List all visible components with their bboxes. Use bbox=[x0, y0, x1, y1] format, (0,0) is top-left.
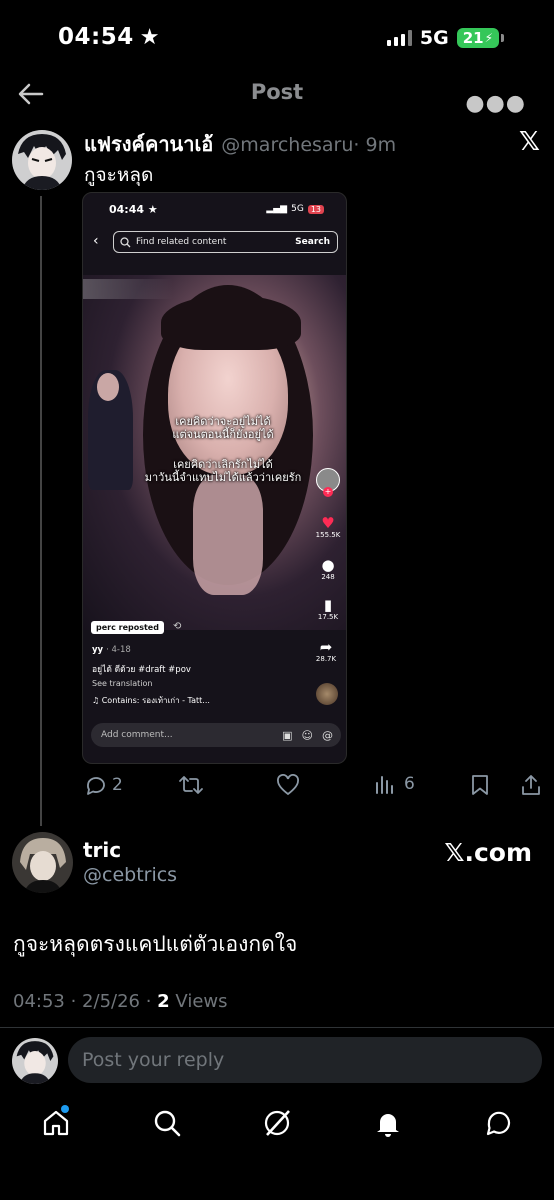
embedded-share-count: ➦ 28.7K bbox=[311, 639, 341, 663]
status-time: 04:54 ★ bbox=[58, 24, 160, 50]
bookmark-button[interactable] bbox=[470, 774, 490, 796]
share-icon bbox=[522, 775, 540, 795]
emoji-icon: ☺ bbox=[301, 728, 313, 742]
share-icon: ➦ bbox=[319, 638, 333, 656]
embedded-status-indicators: ▂▄▆ 5G 13 bbox=[266, 204, 324, 214]
heart-icon: ♥ bbox=[321, 514, 335, 532]
more-options-icon[interactable]: ●●● bbox=[465, 91, 526, 116]
post-meta: 04:53 · 2/5/26 · 2 Views bbox=[13, 991, 228, 1012]
video-caption-2: เคยคิดว่าเลิกรักไม่ได้ มาวันนี้จำแทบไม่ไ… bbox=[144, 458, 302, 484]
heart-outline-icon bbox=[277, 774, 299, 796]
tweet-media-image[interactable]: 04:44 ★ ▂▄▆ 5G 13 ‹ Find related content… bbox=[82, 192, 347, 764]
notifications-icon[interactable] bbox=[373, 1108, 403, 1138]
thread-line bbox=[40, 196, 42, 826]
quoted-name[interactable]: tric bbox=[83, 838, 121, 862]
embedded-search-button: Search bbox=[295, 237, 330, 247]
network-label: 5G bbox=[419, 27, 449, 49]
home-icon[interactable] bbox=[41, 1105, 71, 1138]
embedded-search-bar: Find related content Search bbox=[113, 231, 338, 253]
status-indicators: 5G 21 ⚡ bbox=[386, 27, 504, 49]
reply-count: 2 bbox=[112, 775, 123, 795]
embedded-sound: ♫ Contains: รองเท้าเก่า - Tatt... bbox=[92, 696, 210, 705]
reply-button[interactable]: 2 bbox=[84, 774, 123, 796]
image-icon: ▣ bbox=[282, 728, 293, 742]
messages-icon[interactable] bbox=[484, 1108, 514, 1138]
my-avatar[interactable] bbox=[12, 1038, 58, 1084]
embedded-comment-count: ● 248 bbox=[313, 557, 343, 581]
embedded-repost-label: perc reposted bbox=[91, 621, 164, 634]
embedded-save-count: ▮ 17.5K bbox=[313, 597, 343, 621]
embedded-repost-icon: ⟲ bbox=[173, 621, 182, 632]
quoted-avatar[interactable] bbox=[12, 832, 73, 893]
share-button[interactable] bbox=[520, 774, 542, 796]
reply-icon bbox=[87, 777, 105, 795]
quoted-handle[interactable]: @cebtrics bbox=[83, 864, 177, 886]
views-count: 6 bbox=[404, 774, 415, 794]
embedded-sound-disc bbox=[316, 683, 338, 705]
battery-icon: 21 ⚡ bbox=[456, 28, 504, 48]
embedded-description: อยู่ได้ ดีด้วย #draft #pov bbox=[92, 665, 191, 675]
mention-icon: @ bbox=[322, 728, 333, 742]
bookmark-outline-icon bbox=[472, 775, 488, 795]
x-com-watermark: 𝕏.com bbox=[444, 838, 532, 867]
home-badge bbox=[61, 1105, 69, 1113]
repost-icon bbox=[179, 776, 203, 794]
embedded-signal-icon: ▂▄▆ bbox=[266, 204, 288, 214]
bottom-nav bbox=[0, 1098, 554, 1158]
author-row: แฟรงค์คานาเอ้ @marchesaru· 9m bbox=[84, 128, 396, 160]
embedded-status-time: 04:44 ★ bbox=[109, 203, 158, 216]
x-logo-icon: 𝕏 bbox=[519, 127, 540, 157]
embedded-search-icon bbox=[120, 236, 131, 247]
embedded-like-count: ♥ 155.5K bbox=[313, 515, 343, 539]
post-meta-time: 04:53 bbox=[13, 991, 65, 1012]
video-caption-1: เคยคิดว่าจะอยู่ไม่ได้ แต่จนตอนนี้ก็ยังอย… bbox=[172, 415, 274, 441]
quoted-text: กูจะหลุดตรงแคปแต่ตัวเองกดใจ bbox=[13, 932, 298, 956]
embedded-see-translation: See translation bbox=[92, 679, 153, 688]
embedded-back-icon: ‹ bbox=[93, 233, 99, 249]
tweet-text: กูจะหลุด bbox=[84, 164, 154, 186]
views-icon bbox=[376, 776, 393, 794]
embedded-video-frame: เคยคิดว่าจะอยู่ไม่ได้ แต่จนตอนนี้ก็ยังอย… bbox=[83, 275, 346, 630]
post-time: · 9m bbox=[353, 134, 397, 156]
reply-input[interactable]: Post your reply bbox=[68, 1037, 542, 1083]
embedded-user-row: yy · 4-18 bbox=[92, 645, 131, 655]
author-handle[interactable]: @marchesaru· 9m bbox=[221, 134, 396, 156]
post-meta-views-count: 2 bbox=[157, 991, 170, 1012]
embedded-creator-avatar: + bbox=[313, 468, 343, 497]
signal-icon bbox=[386, 30, 412, 46]
grok-icon[interactable] bbox=[262, 1108, 292, 1138]
views-button[interactable]: 6 bbox=[374, 774, 415, 794]
repost-button[interactable] bbox=[178, 774, 204, 796]
divider bbox=[0, 1027, 554, 1028]
like-button[interactable] bbox=[276, 774, 300, 796]
bookmark-icon: ▮ bbox=[323, 596, 333, 614]
author-name[interactable]: แฟรงค์คานาเอ้ bbox=[84, 128, 213, 160]
post-meta-date: 2/5/26 bbox=[82, 991, 140, 1012]
search-icon[interactable] bbox=[152, 1108, 182, 1138]
post-meta-views-label: Views bbox=[175, 991, 228, 1012]
author-avatar[interactable] bbox=[12, 130, 72, 190]
comment-icon: ● bbox=[321, 556, 335, 574]
embedded-comment-box: Add comment... ▣ ☺ @ bbox=[91, 723, 341, 747]
star-icon: ★ bbox=[139, 24, 160, 50]
